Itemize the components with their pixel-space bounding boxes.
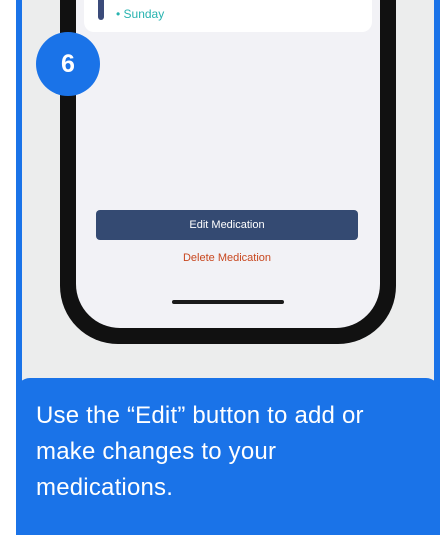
caption-box: Use the “Edit” button to add or make cha…	[16, 378, 440, 535]
medication-schedule-card: • Sunday	[84, 0, 372, 32]
phone-screen: • Sunday Edit Medication Delete Medicati…	[76, 0, 380, 328]
delete-medication-button[interactable]: Delete Medication	[96, 252, 358, 264]
step-number-badge: 6	[36, 32, 100, 96]
edit-medication-button[interactable]: Edit Medication	[96, 210, 358, 240]
caption-text: Use the “Edit” button to add or make cha…	[36, 402, 364, 501]
home-indicator[interactable]	[172, 300, 284, 304]
schedule-accent-bar	[98, 0, 104, 20]
schedule-day-item: • Sunday	[116, 7, 165, 21]
